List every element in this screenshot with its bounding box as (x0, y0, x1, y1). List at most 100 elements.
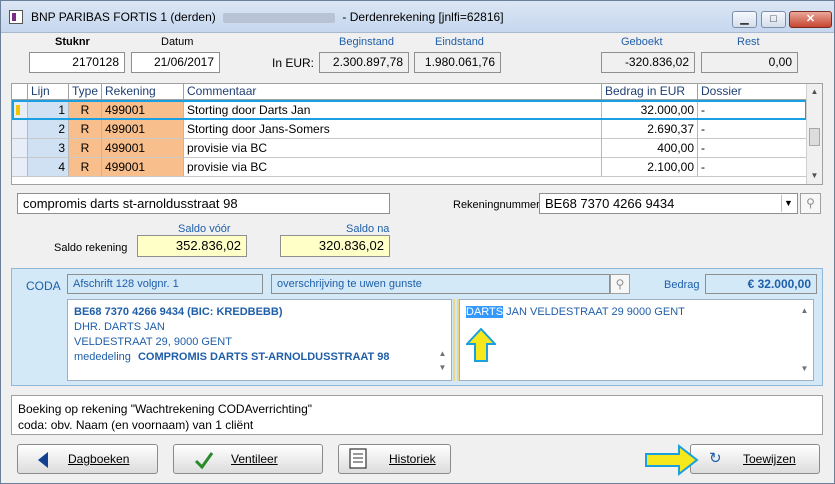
triangle-left-icon (38, 452, 48, 468)
booking-info-panel: Boeking op rekening "Wachtrekening CODAv… (11, 395, 823, 435)
mededeling-label: mededeling (74, 351, 131, 363)
dagboeken-label: Dagboeken (68, 452, 130, 466)
table-row[interactable]: 1 R 499001 Storting door Darts Jan 32.000,00… (12, 101, 807, 120)
checkmark-icon (194, 452, 214, 469)
row-indicator[interactable] (12, 139, 28, 158)
redacted-account (223, 12, 336, 23)
maximize-button[interactable]: □ (761, 11, 786, 28)
toewijzen-button[interactable]: ↻ Toewijzen (690, 444, 820, 474)
minimize-icon: ▁ (740, 13, 749, 25)
cell-rekening[interactable]: 499001 (102, 101, 184, 120)
row-indicator[interactable] (12, 101, 28, 120)
info-line-2: coda: obv. Naam (en voornaam) van 1 clië… (18, 418, 254, 432)
cell-dossier[interactable]: - (698, 158, 807, 177)
afschrift-field: Afschrift 128 volgnr. 1 (67, 274, 263, 294)
coda-right-scroll[interactable]: ▲ ▼ (797, 302, 812, 380)
table-row[interactable]: 2 R 499001 Storting door Jans-Somers 2.690,3… (12, 120, 807, 139)
beginstand-label: Beginstand (339, 36, 395, 48)
rekeningnummer-value: BE68 7370 4266 9434 (545, 196, 675, 211)
stuknr-field[interactable]: 2170128 (29, 52, 125, 73)
datum-field[interactable]: 21/06/2017 (131, 52, 220, 73)
col-bedrag[interactable]: Bedrag in EUR (602, 84, 698, 100)
rekeningnummer-label: Rekeningnummer (453, 199, 540, 211)
app-icon (9, 10, 23, 24)
rekeningnummer-select[interactable]: BE68 7370 4266 9434 ▼ (539, 193, 798, 214)
coda-pin-icon[interactable]: ⚲ (610, 274, 630, 294)
cell-commentaar[interactable]: provisie via BC (184, 158, 602, 177)
pin-icon[interactable]: ⚲ (800, 193, 821, 214)
cell-bedrag[interactable]: 400,00 (602, 139, 698, 158)
cell-type[interactable]: R (69, 101, 102, 120)
rest-field: 0,00 (701, 52, 798, 73)
booking-lines-grid: Lijn Type Rekening Commentaar Bedrag in … (11, 83, 823, 185)
saldo-voor-field: 352.836,02 (137, 235, 247, 257)
saldo-voor-label: Saldo vóór (178, 223, 231, 235)
cell-type[interactable]: R (69, 120, 102, 139)
cell-type[interactable]: R (69, 158, 102, 177)
toewijzen-label: Toewijzen (743, 452, 796, 466)
col-rekening[interactable]: Rekening (102, 84, 184, 100)
datum-label: Datum (161, 36, 194, 48)
col-dossier[interactable]: Dossier (698, 84, 807, 100)
cell-rekening[interactable]: 499001 (102, 158, 184, 177)
minimize-button[interactable]: ▁ (732, 11, 757, 28)
title-prefix: BNP PARIBAS FORTIS 1 (derden) (31, 10, 216, 24)
coda-bedrag-field: € 32.000,00 (705, 274, 817, 294)
historiek-button[interactable]: Historiek (338, 444, 451, 474)
cell-lijn[interactable]: 4 (28, 158, 69, 177)
saldo-rekening-label: Saldo rekening (54, 242, 128, 254)
cell-lijn[interactable]: 3 (28, 139, 69, 158)
mededeling-value: COMPROMIS DARTS ST-ARNOLDUSSTRAAT 98 (137, 351, 390, 363)
cell-dossier[interactable]: - (698, 139, 807, 158)
coda-bedrag-label: Bedrag (664, 279, 700, 291)
coda-label: CODA (26, 279, 61, 293)
cell-rekening[interactable]: 499001 (102, 120, 184, 139)
close-button[interactable]: ✕ (789, 11, 832, 28)
match-rest: JAN VELDESTRAAT 29 9000 GENT (503, 306, 685, 318)
comment-field[interactable]: compromis darts st-arnoldusstraat 98 (17, 193, 390, 214)
saldo-na-field: 320.836,02 (280, 235, 390, 257)
match-highlight: DARTS (466, 306, 504, 318)
dagboeken-button[interactable]: Dagboeken (17, 444, 158, 474)
geboekt-label: Geboekt (621, 36, 663, 48)
cell-commentaar[interactable]: Storting door Jans-Somers (184, 120, 602, 139)
scroll-thumb[interactable] (809, 128, 820, 146)
cell-dossier[interactable]: - (698, 120, 807, 139)
scroll-down-icon[interactable]: ▼ (807, 168, 822, 184)
table-row[interactable]: 3 R 499001 provisie via BC 400,00- (12, 139, 807, 158)
cell-lijn[interactable]: 2 (28, 120, 69, 139)
eindstand-field: 1.980.061,76 (414, 52, 501, 73)
omschrijving-field: overschrijving te uwen gunste (271, 274, 610, 294)
chevron-down-icon[interactable]: ▼ (781, 195, 795, 212)
coda-left-scroll[interactable]: ▲ ▼ (435, 347, 450, 379)
col-type[interactable]: Type (69, 84, 102, 100)
geboekt-field: -320.836,02 (601, 52, 695, 73)
cell-dossier[interactable]: - (698, 101, 807, 120)
row-indicator[interactable] (12, 120, 28, 139)
current-row-marker (16, 105, 20, 115)
cell-commentaar[interactable]: Storting door Darts Jan (184, 101, 602, 120)
historiek-label: Historiek (389, 452, 436, 466)
row-indicator[interactable] (12, 158, 28, 177)
coda-match-text: DARTS JAN VELDESTRAAT 29 9000 GENT (466, 306, 685, 318)
ventileer-button[interactable]: Ventileer (173, 444, 323, 474)
table-row[interactable]: 4 R 499001 provisie via BC 2.100,00- (12, 158, 807, 177)
scroll-up-icon[interactable]: ▲ (807, 84, 822, 100)
main-window: BNP PARIBAS FORTIS 1 (derden) - Derdenre… (0, 0, 835, 484)
cell-bedrag[interactable]: 2.100,00 (602, 158, 698, 177)
col-commentaar[interactable]: Commentaar (184, 84, 602, 100)
coda-counterparty-box: BE68 7370 4266 9434 (BIC: KREDBEBB) DHR.… (67, 299, 452, 381)
info-line-1: Boeking op rekening "Wachtrekening CODAv… (18, 402, 312, 416)
cell-lijn[interactable]: 1 (28, 101, 69, 120)
cell-type[interactable]: R (69, 139, 102, 158)
coda-address-line: VELDESTRAAT 29, 9000 GENT (74, 336, 232, 348)
cell-bedrag[interactable]: 2.690,37 (602, 120, 698, 139)
cell-rekening[interactable]: 499001 (102, 139, 184, 158)
close-icon: ✕ (805, 13, 816, 25)
coda-mededeling-line: mededeling COMPROMIS DARTS ST-ARNOLDUSST… (74, 351, 390, 363)
grid-scrollbar[interactable]: ▲ ▼ (806, 84, 822, 184)
hint-arrow-up-icon (466, 328, 496, 362)
cell-commentaar[interactable]: provisie via BC (184, 139, 602, 158)
cell-bedrag[interactable]: 32.000,00 (602, 101, 698, 120)
col-lijn[interactable]: Lijn (28, 84, 69, 100)
